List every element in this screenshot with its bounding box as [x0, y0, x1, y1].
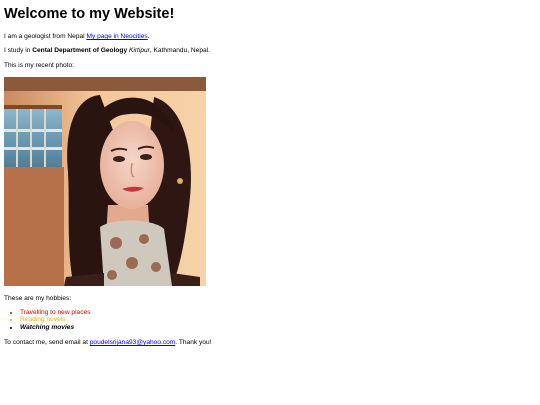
profile-photo [4, 77, 206, 286]
study-suffix: , Kathmandu, Nepal. [149, 47, 210, 54]
list-item: Watching movies [20, 324, 91, 331]
intro-period: . [147, 33, 150, 40]
web-page: Welcome to my Website! I am a geologist … [0, 0, 540, 405]
contact-suffix: . Thank you! [175, 339, 212, 346]
study-paragraph: I study in Cental Department of Geology … [4, 47, 210, 55]
list-item: Travelling to new places [20, 309, 91, 316]
photo-caption: This is my recent photo: [4, 62, 74, 69]
study-prefix: I study in [4, 47, 33, 54]
contact-paragraph: To contact me, send email at poudelsrija… [4, 339, 211, 347]
page-title: Welcome to my Website! [4, 6, 175, 22]
campus-name: Kirtipur [128, 47, 150, 54]
neocities-link[interactable]: My page in Neocities [86, 33, 147, 40]
hobbies-heading: These are my hobbies: [4, 295, 72, 302]
contact-prefix: To contact me, send email at [4, 339, 90, 346]
list-item: Reading novels [20, 316, 91, 323]
intro-paragraph: I am a geologist from Nepal My page in N… [4, 33, 150, 41]
email-link[interactable]: poudelsrijana93@yahoo.com [90, 339, 176, 346]
department-name: Cental Department of Geology [32, 47, 128, 54]
intro-text: I am a geologist from Nepal [4, 33, 87, 40]
hobbies-list: Travelling to new places Reading novels … [4, 309, 91, 331]
